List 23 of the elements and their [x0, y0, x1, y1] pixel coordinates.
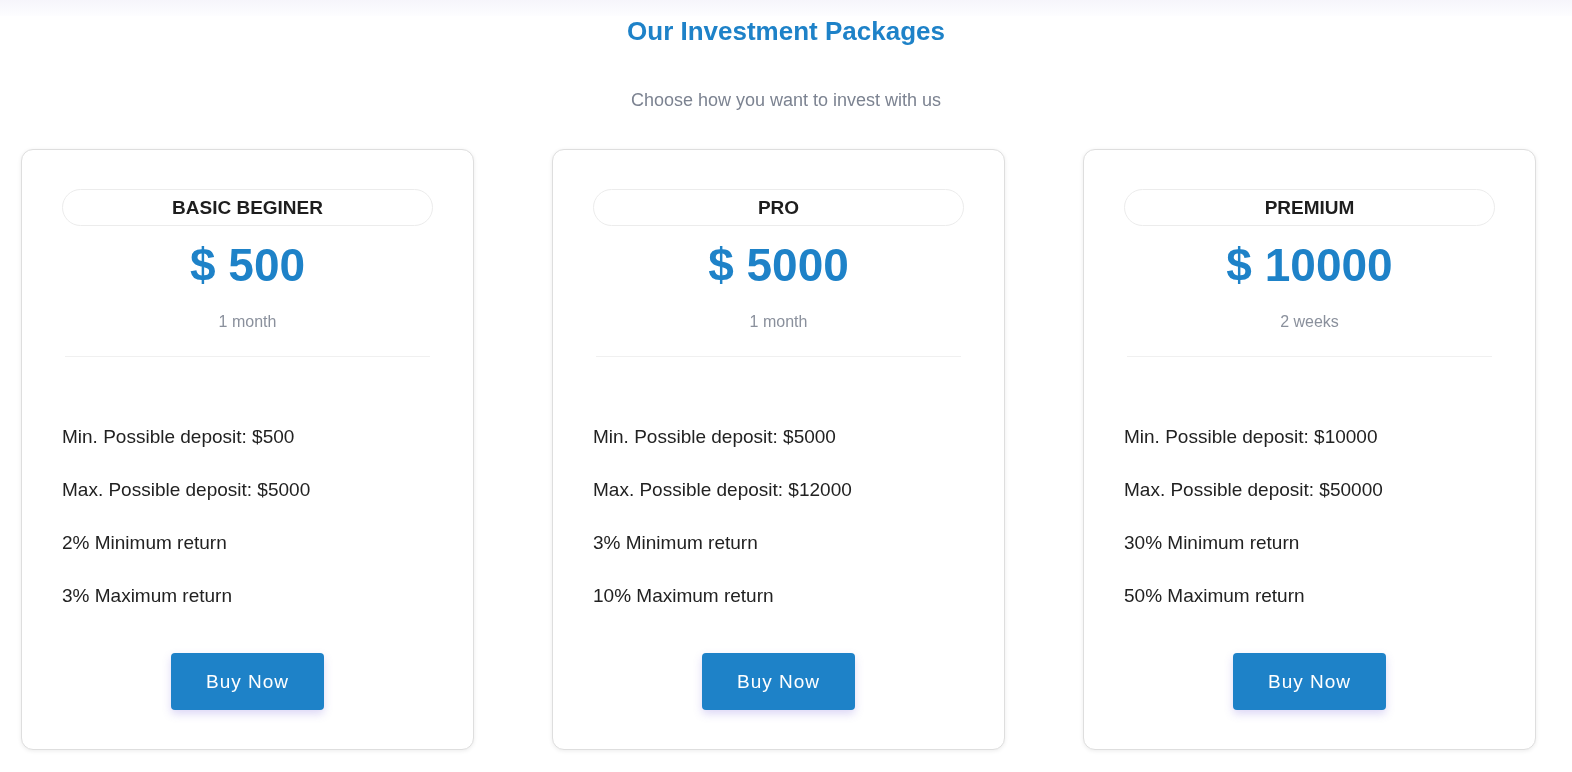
feature-text: 30% Minimum return	[1124, 531, 1300, 555]
buy-now-button[interactable]: Buy Now	[1233, 653, 1386, 710]
feature-text: Min. Possible deposit: $500	[62, 425, 295, 449]
feature-text: 2% Minimum return	[62, 531, 227, 555]
plan-duration: 1 month	[218, 312, 277, 332]
plan-price: $ 5000	[708, 239, 849, 291]
plan-price: $ 10000	[1226, 239, 1393, 291]
feature-text: Min. Possible deposit: $10000	[1124, 425, 1378, 449]
plan-duration: 1 month	[749, 312, 808, 332]
buy-now-button[interactable]: Buy Now	[171, 653, 324, 710]
feature-text: Min. Possible deposit: $5000	[593, 425, 836, 449]
feature-text: 50% Maximum return	[1124, 584, 1305, 608]
feature-text: 3% Minimum return	[593, 531, 758, 555]
feature-text: Max. Possible deposit: $12000	[593, 478, 852, 502]
feature-text: 10% Maximum return	[593, 584, 774, 608]
page-subtitle: Choose how you want to invest with us	[630, 89, 942, 111]
plan-price: $ 500	[189, 239, 306, 291]
feature-text: 3% Maximum return	[62, 584, 232, 608]
plan-duration: 2 weeks	[1280, 312, 1339, 332]
feature-text: Max. Possible deposit: $50000	[1124, 478, 1383, 502]
feature-text: Max. Possible deposit: $5000	[62, 478, 311, 502]
buy-now-button[interactable]: Buy Now	[702, 653, 855, 710]
page-title: Our Investment Packages	[627, 16, 945, 46]
